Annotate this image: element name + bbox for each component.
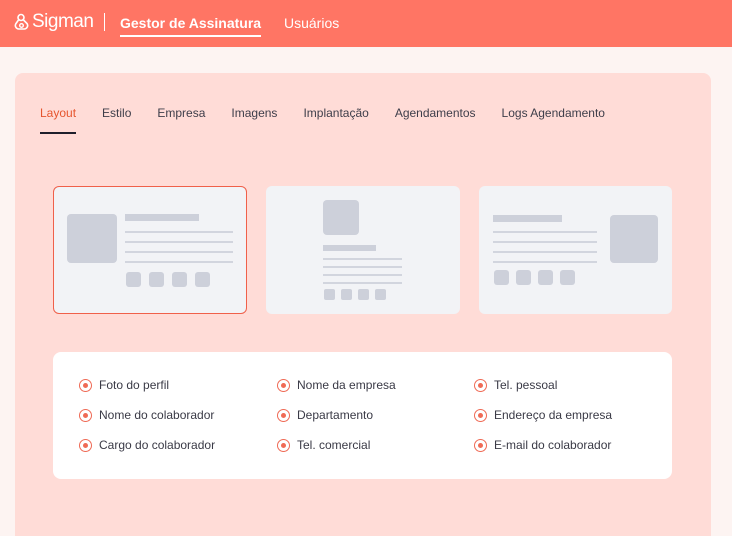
tab-layout[interactable]: Layout	[40, 106, 77, 134]
tab-logs-agendamento[interactable]: Logs Agendamento	[502, 106, 605, 134]
field-email-do-colaborador[interactable]: E-mail do colaborador	[474, 438, 611, 452]
field-cargo-do-colaborador[interactable]: Cargo do colaborador	[79, 438, 215, 452]
placeholder-line	[323, 266, 402, 268]
placeholder-social-icon	[341, 289, 352, 300]
field-label: Tel. comercial	[297, 438, 371, 452]
placeholder-social-icon	[560, 270, 575, 285]
radio-checked-icon	[277, 438, 290, 452]
tab-implantacao[interactable]: Implantação	[303, 106, 368, 134]
placeholder-social-icon	[126, 272, 141, 287]
main-panel: Layout Estilo Empresa Imagens Implantaçã…	[15, 73, 711, 536]
field-label: Cargo do colaborador	[99, 438, 216, 452]
tab-bar: Layout Estilo Empresa Imagens Implantaçã…	[40, 106, 631, 134]
nav-usuarios[interactable]: Usuários	[284, 15, 339, 31]
placeholder-line	[125, 261, 233, 263]
placeholder-line	[493, 241, 597, 243]
field-label: Nome da empresa	[297, 378, 396, 392]
radio-checked-icon	[79, 438, 92, 452]
placeholder-social-icon	[324, 289, 335, 300]
field-departamento[interactable]: Departamento	[277, 408, 373, 422]
tab-agendamentos[interactable]: Agendamentos	[395, 106, 476, 134]
placeholder-social-icon	[358, 289, 369, 300]
logo[interactable]: Sigman	[14, 11, 94, 33]
field-nome-do-colaborador[interactable]: Nome do colaborador	[79, 408, 214, 422]
placeholder-social-icon	[195, 272, 210, 287]
sigman-logo-icon	[14, 13, 29, 30]
radio-checked-icon	[474, 378, 487, 392]
logo-text: Sigman	[32, 11, 94, 32]
field-foto-do-perfil[interactable]: Foto do perfil	[79, 378, 169, 392]
placeholder-line	[323, 258, 402, 260]
field-label: Departamento	[297, 408, 374, 422]
field-label: Nome do colaborador	[99, 408, 215, 422]
placeholder-social-icon	[516, 270, 531, 285]
layout-option-image-right[interactable]	[479, 186, 672, 314]
field-endereco-da-empresa[interactable]: Endereço da empresa	[474, 408, 612, 422]
placeholder-title	[323, 245, 376, 251]
layout-option-image-left[interactable]	[53, 186, 247, 314]
placeholder-social-icon	[375, 289, 386, 300]
radio-checked-icon	[277, 378, 290, 392]
placeholder-line	[493, 231, 597, 233]
field-label: Tel. pessoal	[494, 378, 558, 392]
field-tel-comercial[interactable]: Tel. comercial	[277, 438, 370, 452]
radio-checked-icon	[474, 408, 487, 422]
radio-checked-icon	[277, 408, 290, 422]
placeholder-line	[323, 274, 402, 276]
placeholder-line	[493, 251, 597, 253]
placeholder-image	[610, 215, 658, 263]
field-label: E-mail do colaborador	[494, 438, 612, 452]
top-bar: Sigman Gestor de Assinatura Usuários	[0, 0, 732, 47]
radio-checked-icon	[474, 438, 487, 452]
placeholder-image	[323, 200, 359, 235]
logo-divider	[104, 13, 105, 31]
placeholder-title	[493, 215, 562, 222]
nav-gestor-de-assinatura[interactable]: Gestor de Assinatura	[120, 15, 262, 37]
placeholder-line	[125, 251, 233, 253]
field-tel-pessoal[interactable]: Tel. pessoal	[474, 378, 557, 392]
field-label: Endereço da empresa	[494, 408, 613, 422]
placeholder-line	[125, 241, 233, 243]
tab-imagens[interactable]: Imagens	[231, 106, 277, 134]
placeholder-line	[125, 231, 233, 233]
placeholder-social-icon	[538, 270, 553, 285]
field-label: Foto do perfil	[99, 378, 170, 392]
placeholder-line	[493, 261, 597, 263]
tab-empresa[interactable]: Empresa	[157, 106, 205, 134]
field-nome-da-empresa[interactable]: Nome da empresa	[277, 378, 396, 392]
placeholder-social-icon	[149, 272, 164, 287]
radio-checked-icon	[79, 378, 92, 392]
placeholder-social-icon	[494, 270, 509, 285]
placeholder-title	[125, 214, 199, 221]
placeholder-line	[323, 282, 402, 284]
fields-panel: Foto do perfil Nome do colaborador Cargo…	[53, 352, 672, 479]
radio-checked-icon	[79, 408, 92, 422]
placeholder-social-icon	[172, 272, 187, 287]
layout-option-image-top[interactable]	[266, 186, 460, 314]
tab-estilo[interactable]: Estilo	[102, 106, 131, 134]
placeholder-image	[67, 214, 117, 263]
